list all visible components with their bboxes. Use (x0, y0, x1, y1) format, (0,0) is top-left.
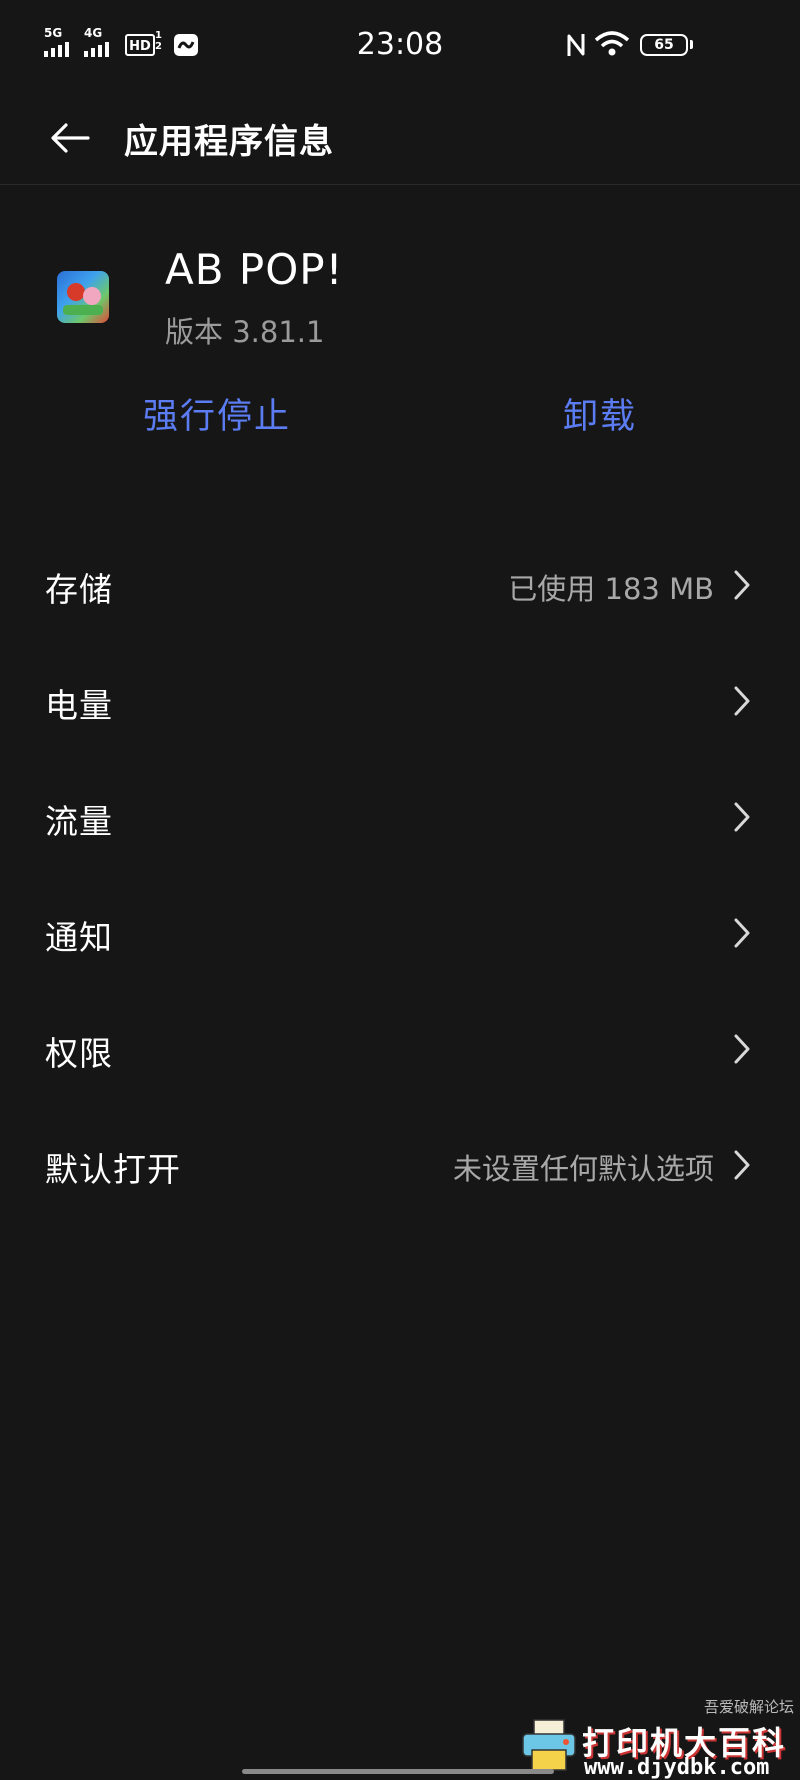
settings-row-label: 存储 (45, 570, 113, 609)
arrow-left-icon (51, 123, 90, 153)
settings-row-battery[interactable]: 电量 (0, 642, 800, 758)
settings-list: 存储 已使用 183 MB 电量 流量 通知 权限 默认打开 未设置任何默认选项 (0, 526, 800, 1222)
app-version: 版本 3.81.1 (165, 315, 325, 349)
settings-row-value: 已使用 183 MB (508, 572, 714, 606)
settings-row-data-usage[interactable]: 流量 (0, 758, 800, 874)
settings-row-storage[interactable]: 存储 已使用 183 MB (0, 526, 800, 642)
nfc-icon (565, 32, 587, 62)
settings-row-notifications[interactable]: 通知 (0, 874, 800, 990)
force-stop-button[interactable]: 强行停止 (143, 388, 291, 439)
settings-row-label: 通知 (45, 918, 113, 957)
watermark: 吾爱破解论坛 打印机大百科 www.djydbk.com (510, 1696, 800, 1780)
app-name: AB POP! (165, 245, 344, 294)
settings-row-open-by-default[interactable]: 默认打开 未设置任何默认选项 (0, 1106, 800, 1222)
status-bar: 5G 4G HD 1 2 23:08 65 (0, 0, 800, 92)
chevron-right-icon (734, 802, 750, 832)
settings-row-permissions[interactable]: 权限 (0, 990, 800, 1106)
settings-row-label: 权限 (45, 1034, 113, 1073)
watermark-url: www.djydbk.com (584, 1755, 770, 1780)
battery-level: 65 (654, 37, 674, 53)
settings-row-label: 默认打开 (45, 1150, 181, 1189)
watermark-forum-text: 吾爱破解论坛 (703, 1698, 794, 1716)
battery-tip (690, 40, 693, 49)
page-title: 应用程序信息 (124, 122, 334, 162)
chevron-right-icon (734, 918, 750, 948)
settings-row-value: 未设置任何默认选项 (452, 1152, 714, 1186)
printer-icon (522, 1719, 576, 1771)
uninstall-button[interactable]: 卸载 (563, 388, 637, 439)
chevron-right-icon (734, 570, 750, 600)
top-app-bar: 应用程序信息 (0, 92, 800, 185)
chevron-right-icon (734, 1034, 750, 1064)
app-icon (57, 271, 109, 323)
settings-row-label: 流量 (45, 802, 113, 841)
battery-icon: 65 (640, 34, 688, 56)
settings-row-label: 电量 (45, 686, 113, 725)
back-button[interactable] (44, 116, 96, 160)
home-indicator[interactable] (242, 1769, 554, 1774)
wifi-icon (594, 30, 630, 62)
chevron-right-icon (734, 1150, 750, 1180)
app-info-header: AB POP! 版本 3.81.1 (0, 245, 800, 355)
chevron-right-icon (734, 686, 750, 716)
